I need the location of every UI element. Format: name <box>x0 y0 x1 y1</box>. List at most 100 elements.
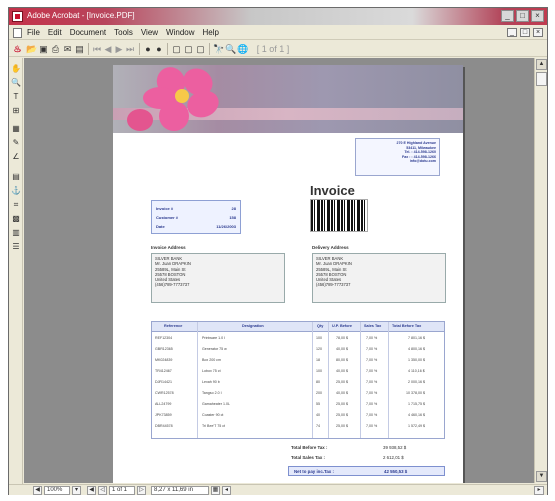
print-icon[interactable]: ⎙ <box>50 43 61 55</box>
page-size-field: 8,27 x 11,69 in <box>151 486 209 495</box>
cell-unit-price: 40,00 $ <box>336 391 348 395</box>
search-icon[interactable]: 🔍 <box>225 43 236 55</box>
scroll-up-icon[interactable]: ▲ <box>536 59 547 70</box>
cell-qty: 55 <box>316 402 320 406</box>
zoom-dropdown-icon[interactable]: ▾ <box>72 486 81 495</box>
info-label: Customer # <box>156 215 179 220</box>
cell-total: 1 572,49 $ <box>408 424 425 428</box>
info-value: 158 <box>229 215 236 220</box>
invoice-address-box: SILVER BANK Mr. Juan DRAPKIN 25589L, Mai… <box>151 253 285 303</box>
page-indicator: [ 1 of 1 ] <box>256 44 290 54</box>
cell-reference: MK024839 <box>155 358 173 362</box>
cell-reference: DBR44578 <box>155 424 173 428</box>
header-banner <box>113 65 463 133</box>
col-designation: Designation <box>242 324 264 328</box>
acrobat-logo-icon[interactable]: ♨ <box>12 43 23 55</box>
scroll-thumb[interactable] <box>536 72 547 86</box>
status-previous-page-icon[interactable]: ◁ <box>98 486 107 495</box>
last-page-icon[interactable]: ⏭ <box>125 43 135 55</box>
page-number-field[interactable]: 1 of 1 <box>109 486 135 495</box>
doc-close-button[interactable]: × <box>533 28 543 37</box>
table-row: MK024839 Box 200 cm 18 80,00 $ 7,00 % 1 … <box>152 355 444 365</box>
document-viewport[interactable]: 270 E Highland Avenue 53411, Milwaukee T… <box>24 58 534 483</box>
scroll-right-icon[interactable]: ▸ <box>534 486 544 495</box>
status-first-page-icon[interactable]: ◀ <box>87 486 96 495</box>
cell-reference: TR412467 <box>155 369 172 373</box>
minimize-button[interactable]: _ <box>501 10 514 22</box>
barcode-image <box>310 199 368 232</box>
hand-tool-icon[interactable]: ✋ <box>11 64 21 74</box>
document-icon[interactable] <box>13 28 22 38</box>
maximize-button[interactable]: □ <box>516 10 529 22</box>
acrobat-app-icon <box>12 11 23 22</box>
menu-tools[interactable]: Tools <box>114 28 133 37</box>
table-row: TR412467 Lobox 75 ct 100 40,00 $ 7,00 % … <box>152 366 444 376</box>
text-select-icon[interactable]: T <box>11 92 21 102</box>
doc-minimize-button[interactable]: _ <box>507 28 517 37</box>
save-icon[interactable]: ▣ <box>38 43 49 55</box>
crop-tool-icon[interactable]: ⌗ <box>11 200 21 210</box>
menu-edit[interactable]: Edit <box>48 28 62 37</box>
total-before-tax-value: 39 938,52 $ <box>383 445 407 450</box>
info-label: Date <box>156 224 165 229</box>
fit-width-icon[interactable]: ▢ <box>195 43 206 55</box>
zoom-tool-icon[interactable]: 🔍 <box>11 78 21 88</box>
cell-qty: 40 <box>316 413 320 417</box>
window-title: Adobe Acrobat - [Invoice.PDF] <box>27 11 135 20</box>
link-tool-icon[interactable]: ⚓ <box>11 186 21 196</box>
vertical-scrollbar[interactable]: ▲ ▼ <box>534 58 547 483</box>
title-bar[interactable]: Adobe Acrobat - [Invoice.PDF] _ □ × <box>9 8 547 25</box>
fit-page-icon[interactable]: ▢ <box>183 43 194 55</box>
email-icon[interactable]: ✉ <box>62 43 73 55</box>
status-navigation-icon[interactable]: ◀ <box>33 486 42 495</box>
menu-file[interactable]: File <box>27 28 40 37</box>
cell-reference: REF12304 <box>155 336 173 340</box>
menu-document[interactable]: Document <box>70 28 106 37</box>
bookmark-panel-icon[interactable]: ▤ <box>74 43 85 55</box>
cell-sales-tax: 7,00 % <box>366 424 378 428</box>
menu-help[interactable]: Help <box>203 28 219 37</box>
cell-sales-tax: 7,00 % <box>366 380 378 384</box>
go-forward-icon[interactable]: ● <box>154 43 164 55</box>
status-next-page-icon[interactable]: ▷ <box>137 486 146 495</box>
previous-page-icon[interactable]: ◀ <box>103 43 113 55</box>
cell-qty: 18 <box>316 358 320 362</box>
cell-qty: 120 <box>316 347 322 351</box>
web-search-icon[interactable]: 🌐 <box>237 43 248 55</box>
close-button[interactable]: × <box>531 10 544 22</box>
cell-designation: Printware 1.0 I <box>202 336 226 340</box>
first-page-icon[interactable]: ⏮ <box>92 43 102 55</box>
cell-total: 2 000,16 $ <box>408 380 425 384</box>
cell-designation: Generator 75 w <box>202 347 227 351</box>
menu-view[interactable]: View <box>141 28 158 37</box>
line-tool-icon[interactable]: ∠ <box>11 152 21 162</box>
invoice-info-box: Invoice # 28 Customer # 158 Date 11/26/2003 <box>151 200 241 234</box>
layout-icon[interactable]: ▦ <box>211 486 220 495</box>
toolbar: ♨ 📂 ▣ ⎙ ✉ ▤ ⏮ ◀ ▶ ⏭ ● ● ▢ ▢ ▢ 🔭 🔍 🌐 [ 1 … <box>9 41 547 57</box>
open-icon[interactable]: 📂 <box>26 43 37 55</box>
scroll-left-icon[interactable]: ◂ <box>222 486 231 495</box>
cell-unit-price: 25,00 $ <box>336 413 348 417</box>
cell-unit-price: 78,00 $ <box>336 336 348 340</box>
cell-sales-tax: 7,00 % <box>366 336 378 340</box>
cell-unit-price: 25,00 $ <box>336 424 348 428</box>
graphics-select-icon[interactable]: ▦ <box>11 124 21 134</box>
note-tool-icon[interactable]: ▤ <box>11 172 21 182</box>
pencil-tool-icon[interactable]: ✎ <box>11 138 21 148</box>
actual-size-icon[interactable]: ▢ <box>171 43 182 55</box>
doc-restore-button[interactable]: □ <box>520 28 530 37</box>
zoom-field[interactable]: 100% <box>44 486 70 495</box>
cell-sales-tax: 7,00 % <box>366 391 378 395</box>
cell-reference: CWR12578 <box>155 391 174 395</box>
article-tool-icon[interactable]: ☰ <box>11 242 21 252</box>
movie-tool-icon[interactable]: ▩ <box>11 214 21 224</box>
scroll-down-icon[interactable]: ▼ <box>536 471 547 482</box>
find-icon[interactable]: 🔭 <box>213 43 224 55</box>
invoice-title: Invoice <box>310 183 355 198</box>
col-qty: Qty <box>317 324 324 328</box>
menu-window[interactable]: Window <box>166 28 194 37</box>
next-page-icon[interactable]: ▶ <box>114 43 124 55</box>
go-back-icon[interactable]: ● <box>143 43 153 55</box>
form-tool-icon[interactable]: ▥ <box>11 228 21 238</box>
column-select-icon[interactable]: ⊞ <box>11 106 21 116</box>
